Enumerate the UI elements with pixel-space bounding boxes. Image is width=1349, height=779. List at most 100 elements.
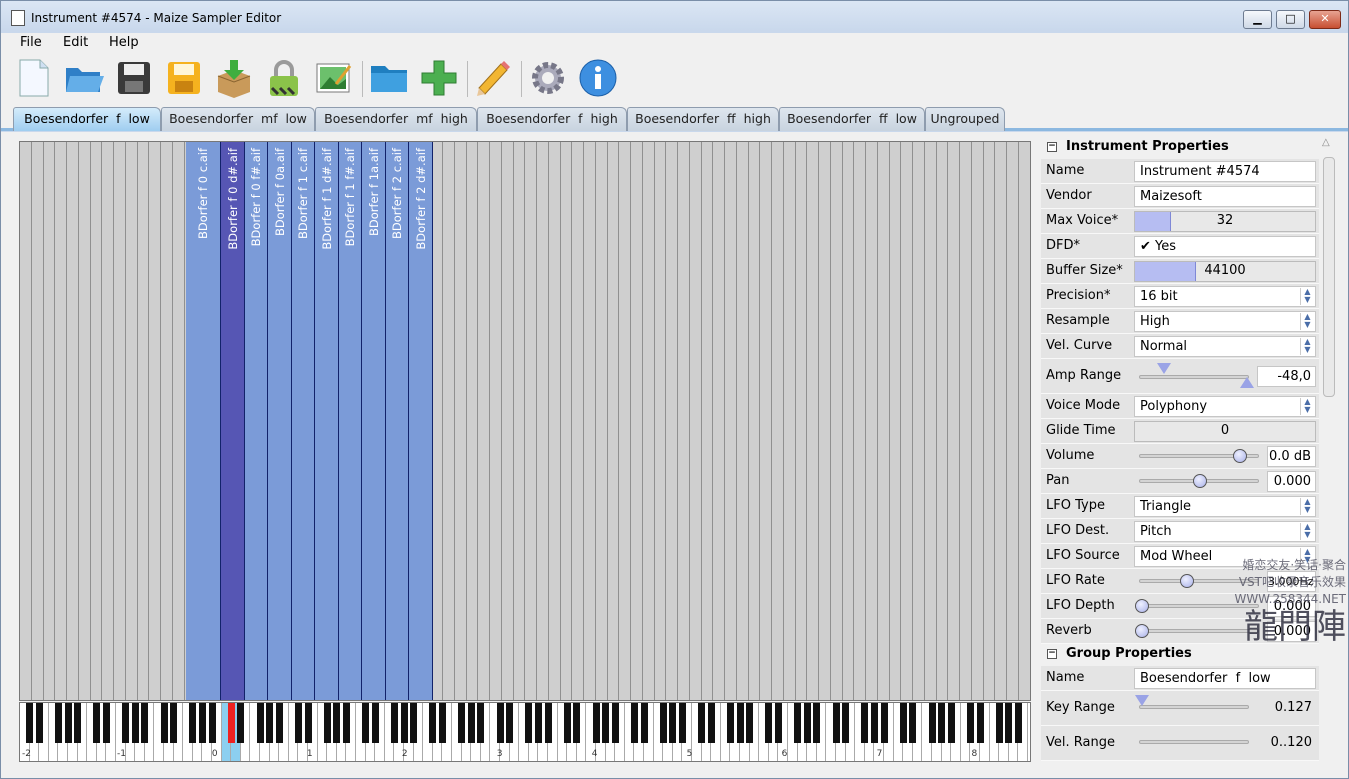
instrument-name-field[interactable]: Instrument #4574 bbox=[1134, 161, 1316, 182]
black-key[interactable] bbox=[592, 703, 600, 743]
black-key[interactable] bbox=[995, 703, 1003, 743]
black-key[interactable] bbox=[477, 703, 485, 743]
black-key[interactable] bbox=[947, 703, 955, 743]
key-column[interactable] bbox=[866, 142, 878, 700]
amp-range-low-handle[interactable] bbox=[1157, 363, 1171, 374]
amp-range-high-handle[interactable] bbox=[1240, 377, 1254, 388]
tab-boesendorfer-f-high[interactable]: Boesendorfer f high bbox=[477, 107, 627, 131]
black-key[interactable] bbox=[563, 703, 571, 743]
key-column[interactable] bbox=[43, 142, 56, 700]
black-key[interactable] bbox=[304, 703, 312, 743]
sample-zone[interactable]: BDorfer f 1 d#.aif bbox=[315, 142, 339, 700]
black-key[interactable] bbox=[102, 703, 110, 743]
black-key[interactable] bbox=[496, 703, 504, 743]
vel-range-value[interactable]: 0..120 bbox=[1257, 733, 1316, 754]
key-column[interactable] bbox=[642, 142, 655, 700]
black-key[interactable] bbox=[544, 703, 552, 743]
tab-boesendorfer-mf-high[interactable]: Boesendorfer mf high bbox=[315, 107, 477, 131]
save-disk-icon[interactable] bbox=[113, 57, 155, 99]
key-column[interactable] bbox=[466, 142, 479, 700]
black-key[interactable] bbox=[880, 703, 888, 743]
key-column[interactable] bbox=[678, 142, 690, 700]
key-column[interactable] bbox=[137, 142, 150, 700]
key-column[interactable] bbox=[936, 142, 949, 700]
key-range-value[interactable]: 0.127 bbox=[1257, 698, 1316, 719]
key-column[interactable] bbox=[607, 142, 620, 700]
key-column[interactable] bbox=[584, 142, 596, 700]
key-column[interactable] bbox=[842, 142, 855, 700]
black-key[interactable] bbox=[966, 703, 974, 743]
key-column[interactable] bbox=[149, 142, 161, 700]
key-column[interactable] bbox=[854, 142, 866, 700]
key-column[interactable] bbox=[819, 142, 831, 700]
key-column[interactable] bbox=[913, 142, 925, 700]
folder-icon[interactable] bbox=[368, 57, 410, 99]
key-column[interactable] bbox=[760, 142, 772, 700]
vendor-field[interactable]: Maizesoft bbox=[1134, 186, 1316, 207]
black-key[interactable] bbox=[93, 703, 101, 743]
menu-help[interactable]: Help bbox=[109, 35, 139, 50]
black-key[interactable] bbox=[506, 703, 514, 743]
black-key[interactable] bbox=[736, 703, 744, 743]
black-key[interactable] bbox=[438, 703, 446, 743]
vel-curve-select[interactable]: Normal ▲ ▼ bbox=[1134, 336, 1316, 357]
key-column[interactable] bbox=[1018, 142, 1030, 700]
key-column[interactable] bbox=[619, 142, 631, 700]
black-key[interactable] bbox=[170, 703, 178, 743]
black-key[interactable] bbox=[362, 703, 370, 743]
new-file-icon[interactable] bbox=[13, 57, 55, 99]
black-key[interactable] bbox=[861, 703, 869, 743]
key-column[interactable] bbox=[666, 142, 678, 700]
key-column[interactable] bbox=[490, 142, 502, 700]
image-edit-icon[interactable] bbox=[313, 57, 355, 99]
key-column[interactable] bbox=[772, 142, 784, 700]
sample-zone[interactable]: BDorfer f 2 c.aif bbox=[385, 142, 410, 700]
properties-scrollbar[interactable]: △ bbox=[1321, 135, 1338, 775]
voice-mode-select[interactable]: Polyphony ▲ ▼ bbox=[1134, 396, 1316, 417]
black-key[interactable] bbox=[909, 703, 917, 743]
key-column[interactable] bbox=[631, 142, 643, 700]
key-column[interactable] bbox=[548, 142, 561, 700]
sample-zone[interactable]: BDorfer f 1a.aif bbox=[362, 142, 386, 700]
black-key[interactable] bbox=[26, 703, 34, 743]
black-key[interactable] bbox=[534, 703, 542, 743]
black-key[interactable] bbox=[630, 703, 638, 743]
buffer-size-bar[interactable]: 44100 bbox=[1134, 261, 1316, 282]
black-key[interactable] bbox=[640, 703, 648, 743]
key-column[interactable] bbox=[595, 142, 608, 700]
key-column[interactable] bbox=[1007, 142, 1019, 700]
key-column[interactable] bbox=[889, 142, 902, 700]
key-column[interactable] bbox=[736, 142, 749, 700]
key-column[interactable] bbox=[172, 142, 185, 700]
black-key[interactable] bbox=[198, 703, 206, 743]
key-column[interactable] bbox=[795, 142, 808, 700]
key-column[interactable] bbox=[807, 142, 819, 700]
add-plus-icon[interactable] bbox=[418, 57, 460, 99]
black-key[interactable] bbox=[602, 703, 610, 743]
key-column[interactable] bbox=[525, 142, 537, 700]
key-column[interactable] bbox=[971, 142, 984, 700]
pan-value[interactable]: 0.000 bbox=[1267, 471, 1316, 492]
sample-zone[interactable]: BDorfer f 0 d#.aif bbox=[221, 142, 245, 700]
sample-zone[interactable]: BDorfer f 1 c.aif bbox=[291, 142, 316, 700]
black-key[interactable] bbox=[458, 703, 466, 743]
collapse-icon[interactable]: − bbox=[1047, 142, 1057, 152]
lfo-dest-select[interactable]: Pitch ▲ ▼ bbox=[1134, 521, 1316, 542]
key-column[interactable] bbox=[983, 142, 996, 700]
vel-range-slider[interactable] bbox=[1139, 740, 1249, 744]
key-column[interactable] bbox=[114, 142, 126, 700]
black-key[interactable] bbox=[410, 703, 418, 743]
amp-range-value[interactable]: -48,0 bbox=[1257, 366, 1316, 387]
key-mapping-area[interactable]: BDorfer f 0 c.aif BDorfer f 0 d#.aif BDorf… bbox=[19, 141, 1031, 701]
key-column[interactable] bbox=[102, 142, 114, 700]
black-key[interactable] bbox=[294, 703, 302, 743]
black-key[interactable] bbox=[976, 703, 984, 743]
max-voice-bar[interactable]: 32 bbox=[1134, 211, 1316, 232]
menu-file[interactable]: File bbox=[20, 35, 42, 50]
black-key[interactable] bbox=[726, 703, 734, 743]
key-column[interactable] bbox=[55, 142, 67, 700]
black-key[interactable] bbox=[122, 703, 130, 743]
black-key[interactable] bbox=[1005, 703, 1013, 743]
key-column[interactable] bbox=[783, 142, 796, 700]
black-key[interactable] bbox=[842, 703, 850, 743]
